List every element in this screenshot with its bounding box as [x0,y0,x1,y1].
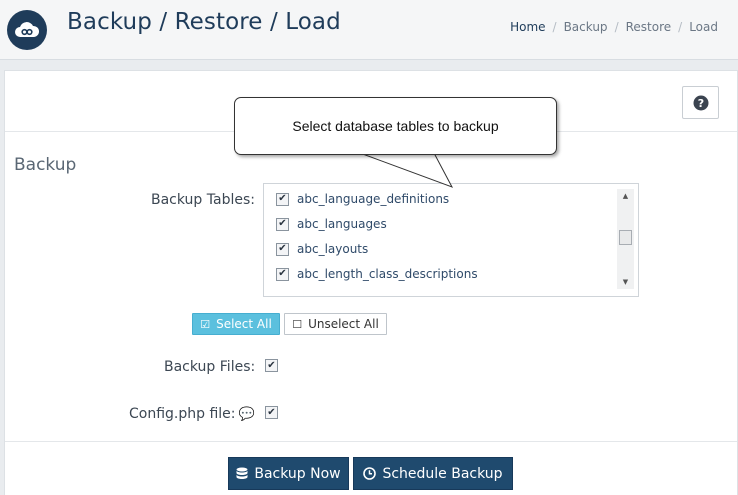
section-title-backup: Backup [14,155,77,175]
schedule-backup-button[interactable]: Schedule Backup [353,457,513,490]
question-circle-icon: ? [693,95,708,110]
list-item[interactable]: ✔ abc_length_class_descriptions [276,264,478,284]
table-name: abc_language_definitions [297,192,450,206]
table-name: abc_languages [297,217,387,231]
breadcrumb-separator: / [552,20,557,34]
scroll-up-arrow-icon[interactable]: ▲ [617,189,634,203]
checkbox-abc-language-definitions[interactable]: ✔ [276,192,289,206]
table-name: abc_layouts [297,242,369,256]
square-icon: ☐ [292,317,303,331]
select-all-button[interactable]: ☑ Select All [192,313,280,335]
breadcrumb-separator: / [614,20,619,34]
clock-icon [363,467,377,480]
check-square-icon: ☑ [200,317,211,331]
backup-files-checkbox[interactable]: ✔ [265,359,278,372]
checkbox-abc-languages[interactable]: ✔ [276,217,289,231]
page-title: Backup / Restore / Load [67,9,341,35]
scroll-down-arrow-icon[interactable]: ▼ [617,275,634,289]
backup-now-label: Backup Now [254,465,341,482]
breadcrumb-backup: Backup [563,20,608,34]
config-file-row: Config.php file: 💬 [129,406,255,422]
logo-cloud-icon[interactable] [7,10,47,50]
unselect-all-label: Unselect All [308,317,379,331]
unselect-all-button[interactable]: ☐ Unselect All [284,313,387,335]
select-all-label: Select All [216,317,272,331]
backup-tables-label: Backup Tables: [151,192,255,208]
list-item[interactable]: ✔ abc_language_definitions [276,189,449,209]
breadcrumb-load: Load [689,20,718,34]
checkbox-abc-layouts[interactable]: ✔ [276,242,289,256]
list-item[interactable]: ✔ abc_layouts [276,239,368,259]
database-icon [236,467,248,479]
svg-text:?: ? [697,97,703,110]
breadcrumb-separator: / [678,20,683,34]
schedule-backup-label: Schedule Backup [382,465,503,482]
tooltip-tail [359,153,454,188]
tooltip-callout: Select database tables to backup [234,97,557,155]
backup-tables-list[interactable]: ✔ abc_language_definitions ✔ abc_languag… [263,183,639,297]
page-header: Backup / Restore / Load Home / Backup / … [0,0,738,60]
breadcrumb-home[interactable]: Home [510,20,545,34]
breadcrumb-restore: Restore [625,20,672,34]
scroll-thumb[interactable] [619,230,632,245]
checkbox-abc-length-class-descriptions[interactable]: ✔ [276,267,289,281]
table-name: abc_length_class_descriptions [297,267,478,281]
list-item[interactable]: ✔ abc_languages [276,214,387,234]
divider [5,441,737,442]
breadcrumb: Home / Backup / Restore / Load [510,20,718,34]
config-file-checkbox[interactable]: ✔ [265,406,278,419]
help-button[interactable]: ? [682,86,719,119]
tooltip-text: Select database tables to backup [292,118,499,134]
backup-now-button[interactable]: Backup Now [228,457,349,490]
comment-icon[interactable]: 💬 [239,407,255,422]
config-file-label: Config.php file: [129,406,236,422]
backup-files-label: Backup Files: [164,359,256,375]
list-scrollbar[interactable]: ▲ ▼ [617,189,634,289]
